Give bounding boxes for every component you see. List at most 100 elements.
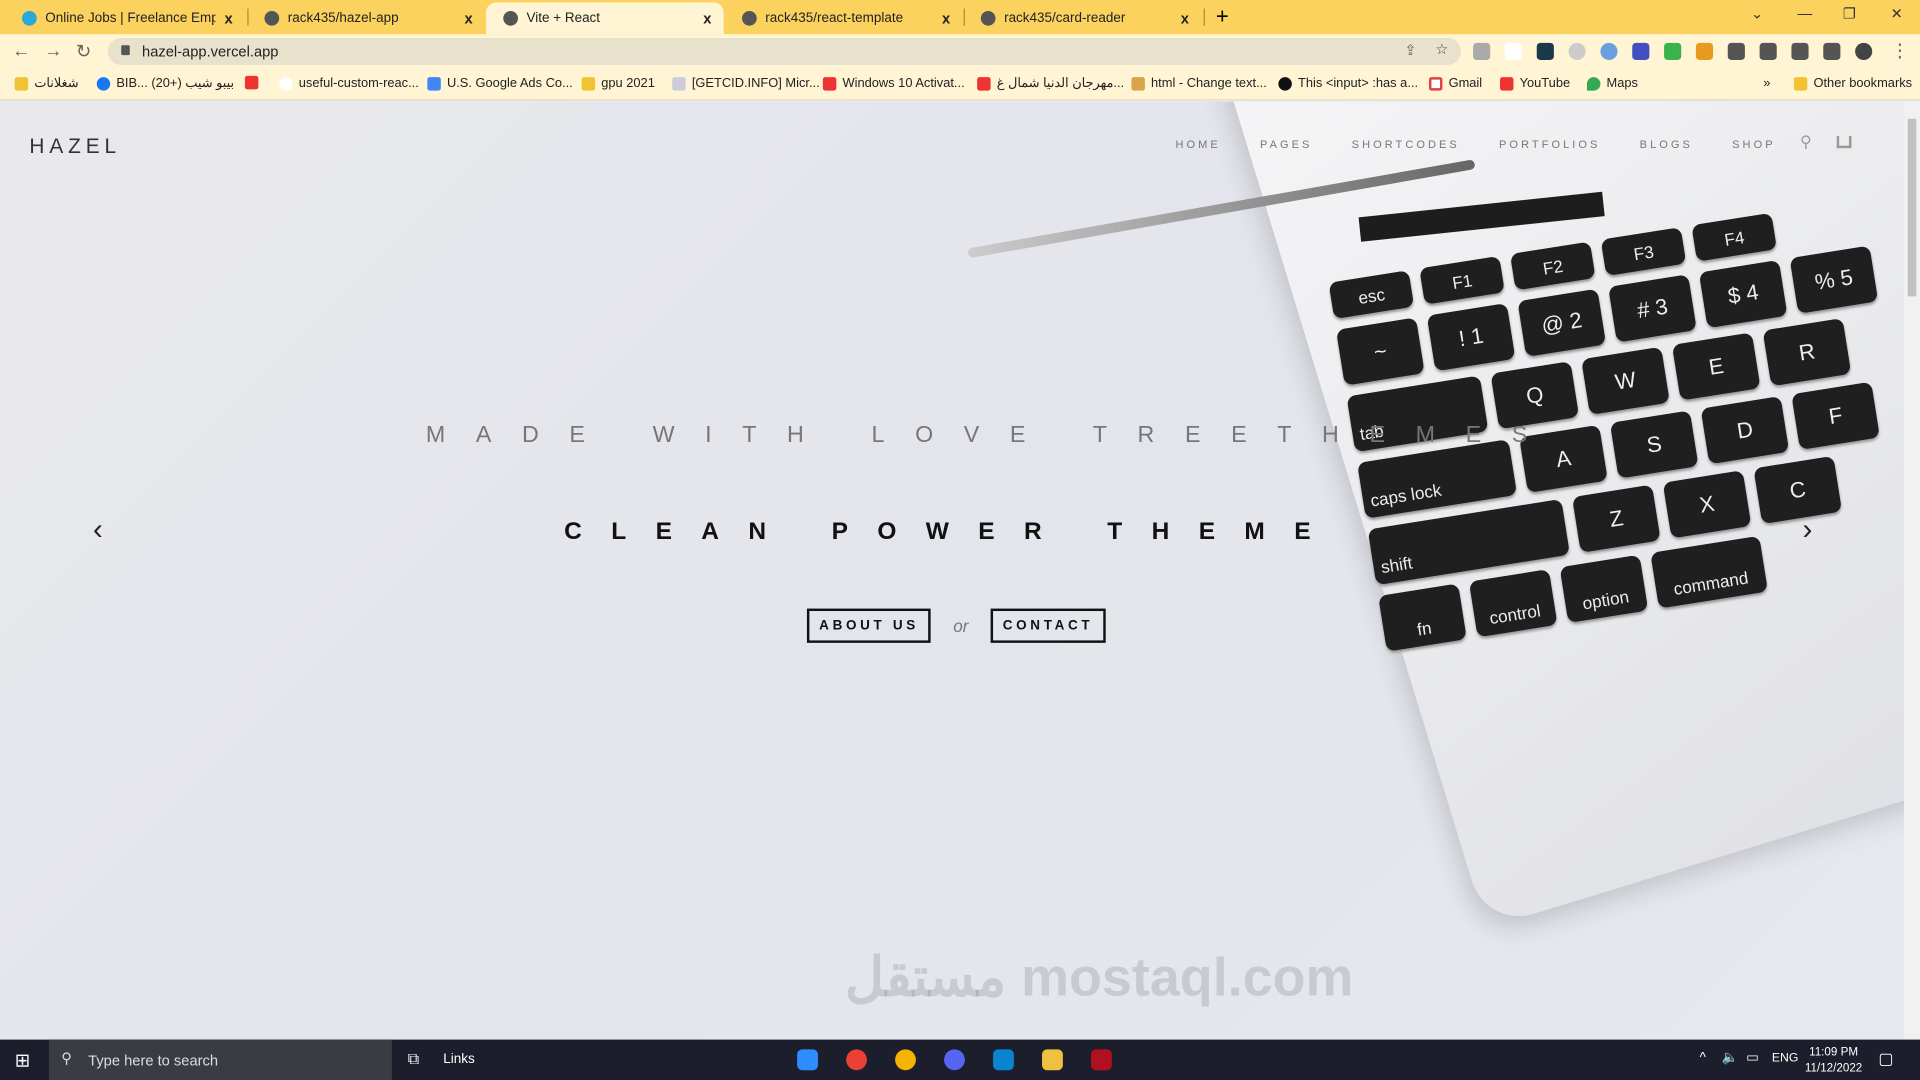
bookmark-item[interactable]: شغلانات [14, 76, 79, 91]
react-devtools-icon[interactable] [1536, 42, 1554, 61]
windows-taskbar: ⊞ ⚲ Type here to search ⧉ Links ^ 🔈 ▭ ENG… [0, 1039, 1920, 1080]
tab[interactable]: rack435/card-reader x [964, 2, 1202, 34]
close-tab-icon[interactable]: x [703, 10, 711, 27]
folder-icon [581, 76, 596, 91]
close-tab-icon[interactable]: x [224, 10, 232, 27]
clock[interactable]: 11:09 PM 11/12/2022 [1805, 1044, 1862, 1076]
bookmark-item[interactable]: BIB... بيبو شيب (+20) [96, 76, 234, 91]
extension-icon[interactable] [1632, 42, 1650, 61]
nav-blogs[interactable]: BLOGS [1640, 138, 1693, 150]
bookmark-item[interactable]: U.S. Google Ads Co... [427, 76, 573, 91]
discord-icon[interactable] [944, 1049, 965, 1071]
links-toolbar[interactable]: Links [443, 1052, 474, 1067]
bookmark-item[interactable]: مهرجان الدنيا شمال غ... [977, 76, 1124, 91]
about-us-button[interactable]: ABOUT US [806, 608, 932, 643]
site-nav: HOME PAGES SHORTCODES PORTFOLIOS BLOGS S… [1176, 138, 1776, 150]
tab-search-icon[interactable]: ⌄ [1751, 5, 1763, 22]
nav-shortcodes[interactable]: SHORTCODES [1352, 138, 1460, 150]
puzzle-icon[interactable] [1727, 42, 1745, 61]
bookmark-item[interactable] [244, 75, 265, 90]
windows-start-icon[interactable]: ⊞ [15, 1049, 30, 1072]
keyboard-key: Q [1490, 361, 1580, 430]
hero-headline: CLEAN POWER THEME [564, 517, 1340, 545]
bookmark-item[interactable]: Windows 10 Activat... [822, 76, 965, 91]
bookmark-star-icon[interactable]: ☆ [1435, 40, 1448, 57]
nav-portfolios[interactable]: PORTFOLIOS [1499, 138, 1600, 150]
youtube-icon [1500, 76, 1514, 91]
address-bar[interactable]: hazel-app.vercel.app ⇪ ☆ [107, 37, 1461, 65]
slider-prev-arrow[interactable]: ‹ [93, 513, 103, 547]
avatar[interactable] [1855, 42, 1873, 61]
app-icon[interactable] [1091, 1049, 1112, 1071]
minimize-icon[interactable]: — [1798, 5, 1813, 22]
extension-icon[interactable] [1600, 42, 1618, 61]
bookmark-item[interactable]: html - Change text... [1131, 76, 1267, 91]
bookmark-item[interactable]: Maps [1586, 76, 1638, 91]
download-icon[interactable] [1791, 42, 1809, 61]
folder-icon [14, 76, 29, 91]
reload-icon[interactable]: ↻ [76, 40, 91, 63]
bookmark-item[interactable]: YouTube [1500, 76, 1570, 91]
taskbar-search[interactable]: ⚲ Type here to search [48, 1039, 392, 1080]
notifications-icon[interactable]: ▢ [1878, 1049, 1893, 1069]
tab[interactable]: rack435/hazel-app x [247, 2, 485, 34]
nav-pages[interactable]: PAGES [1260, 138, 1312, 150]
bookmark-item[interactable]: [GETCID.INFO] Micr... [672, 76, 820, 91]
maps-icon [1586, 76, 1601, 91]
bookmarks-overflow[interactable]: » [1763, 76, 1770, 91]
zoom-icon[interactable] [797, 1049, 818, 1071]
youtube-icon [244, 75, 259, 90]
back-icon[interactable]: ← [12, 40, 30, 61]
side-panel-icon[interactable] [1823, 42, 1841, 61]
slider-next-arrow[interactable]: › [1802, 513, 1812, 547]
keyboard-key: @ 2 [1517, 288, 1607, 357]
chrome-icon[interactable] [846, 1049, 867, 1071]
tab[interactable]: Online Jobs | Freelance Employmx [5, 2, 245, 34]
browser-toolbar: ← → ↻ hazel-app.vercel.app ⇪ ☆ ⋮ [0, 34, 1920, 69]
tab[interactable]: rack435/react-template x [725, 2, 963, 34]
close-tab-icon[interactable]: x [1181, 10, 1189, 27]
nav-home[interactable]: HOME [1176, 138, 1221, 150]
github-icon [980, 11, 996, 26]
tab-active[interactable]: Vite + React x [486, 2, 724, 35]
vscode-icon[interactable] [993, 1049, 1014, 1071]
close-tab-icon[interactable]: x [942, 10, 950, 27]
extension-icon[interactable] [1504, 42, 1523, 61]
extension-icon[interactable] [1695, 42, 1714, 61]
bookmark-item[interactable]: Gmail [1428, 76, 1482, 91]
keyboard-key: command [1650, 535, 1768, 609]
tray-chevron-icon[interactable]: ^ [1700, 1051, 1706, 1066]
bookmark-item[interactable]: gpu 2021 [581, 76, 655, 91]
extension-icon[interactable] [1568, 42, 1586, 61]
file-explorer-icon[interactable] [1042, 1049, 1063, 1071]
labs-icon[interactable] [1759, 42, 1777, 61]
extension-icon[interactable] [1473, 42, 1491, 61]
keyboard-key: $ 4 [1698, 259, 1788, 329]
chrome-canary-icon[interactable] [895, 1049, 916, 1071]
close-window-icon[interactable]: ✕ [1891, 5, 1903, 22]
google-ads-icon [427, 76, 441, 91]
new-tab-button[interactable]: + [1216, 4, 1229, 30]
menu-kebab-icon[interactable]: ⋮ [1891, 39, 1909, 61]
shield-icon[interactable] [1664, 42, 1682, 61]
forward-icon[interactable]: → [44, 40, 62, 61]
scrollbar-thumb[interactable] [1907, 118, 1917, 297]
volume-icon[interactable]: 🔈 [1722, 1049, 1739, 1066]
share-icon[interactable]: ⇪ [1404, 42, 1416, 59]
contact-button[interactable]: CONTACT [990, 608, 1106, 643]
other-bookmarks[interactable]: Other bookmarks [1793, 76, 1912, 91]
close-tab-icon[interactable]: x [464, 10, 472, 27]
bookmark-item[interactable]: This <input> :has a... [1278, 76, 1418, 91]
search-icon[interactable]: ⚲ [1800, 132, 1812, 152]
github-icon [742, 11, 757, 26]
site-logo[interactable]: HAZEL [29, 135, 121, 159]
bookmark-item[interactable]: useful-custom-reac... [279, 76, 419, 91]
keyboard-key: caps lock [1357, 439, 1518, 519]
network-icon[interactable]: ▭ [1746, 1049, 1759, 1066]
restore-icon[interactable]: ❐ [1843, 5, 1856, 22]
task-view-icon[interactable]: ⧉ [408, 1049, 419, 1069]
language-indicator[interactable]: ENG [1772, 1052, 1799, 1065]
nav-shop[interactable]: SHOP [1732, 138, 1775, 150]
cart-icon[interactable] [1836, 135, 1852, 149]
scrollbar[interactable] [1904, 101, 1920, 1040]
